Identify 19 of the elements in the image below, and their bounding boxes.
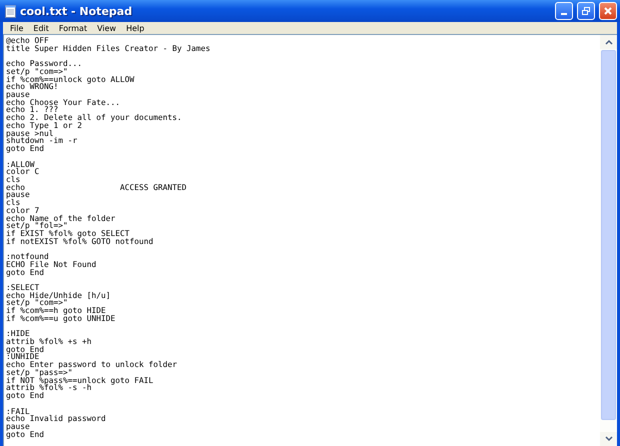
scroll-down-button[interactable] <box>600 432 617 446</box>
menu-item[interactable]: Help <box>121 22 150 34</box>
menu-item[interactable]: File <box>5 22 28 34</box>
scroll-thumb[interactable] <box>601 50 616 420</box>
scroll-bar[interactable] <box>600 34 617 446</box>
menu-item[interactable]: Format <box>54 22 92 34</box>
window-title: cool.txt - Notepad <box>20 4 134 18</box>
close-icon <box>603 6 613 16</box>
close-button[interactable] <box>599 2 617 20</box>
notepad-icon <box>5 4 16 18</box>
scroll-up-button[interactable] <box>600 35 617 49</box>
restore-button[interactable] <box>577 2 595 20</box>
menu-item[interactable]: Edit <box>28 22 54 34</box>
restore-icon <box>581 6 591 16</box>
menu-item[interactable]: View <box>92 22 122 34</box>
caret-down-icon <box>604 436 612 442</box>
minimize-button[interactable] <box>555 2 573 20</box>
caret-up-icon <box>604 39 612 45</box>
minimize-icon <box>561 13 567 15</box>
